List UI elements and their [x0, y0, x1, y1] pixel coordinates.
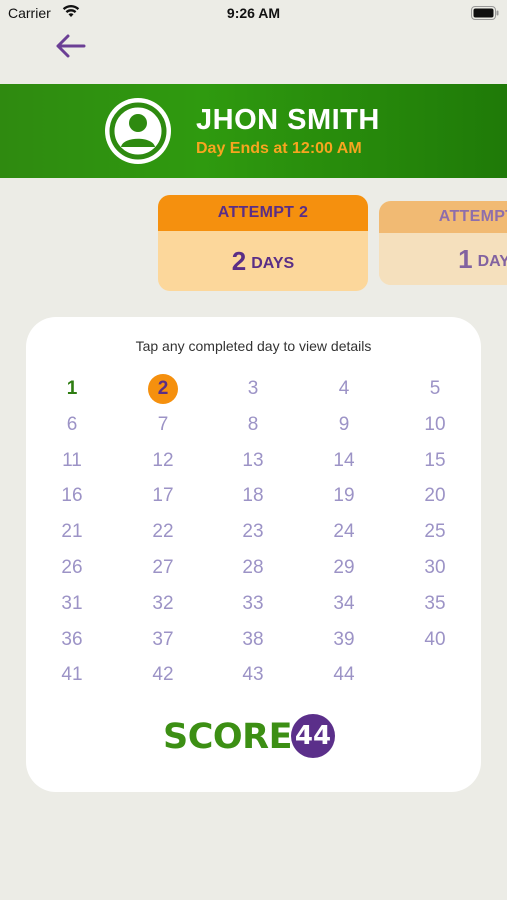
logo-badge: 44	[291, 714, 335, 758]
arrow-left-icon	[56, 34, 86, 58]
user-avatar-icon	[109, 102, 167, 160]
calendar-day-42[interactable]: 42	[146, 660, 180, 690]
status-time: 9:26 AM	[226, 5, 281, 21]
calendar-day-26[interactable]: 26	[55, 553, 89, 583]
calendar-day-24[interactable]: 24	[327, 517, 361, 547]
calendar-day-2[interactable]: 2	[146, 374, 180, 404]
calendar-day-38[interactable]: 38	[236, 625, 270, 655]
calendar-day-22[interactable]: 22	[146, 517, 180, 547]
calendar-day-28[interactable]: 28	[236, 553, 270, 583]
attempt-day-count: 1	[458, 243, 473, 274]
calendar-day-4[interactable]: 4	[327, 374, 361, 404]
calendar-day-32[interactable]: 32	[146, 589, 180, 619]
calendar-day-9[interactable]: 9	[327, 410, 361, 440]
user-name: JHON SMITH	[196, 104, 380, 136]
attempt-card-2[interactable]: ATTEMPT 2 2 DAYS	[158, 195, 368, 291]
attempt-title: ATTEMPT 2	[158, 195, 368, 231]
calendar-day-14[interactable]: 14	[327, 446, 361, 476]
calendar-day-34[interactable]: 34	[327, 589, 361, 619]
calendar-day-40[interactable]: 40	[418, 625, 452, 655]
calendar-day-19[interactable]: 19	[327, 481, 361, 511]
calendar-day-43[interactable]: 43	[236, 660, 270, 690]
attempt-day-count: 2	[231, 245, 247, 276]
avatar	[105, 98, 171, 164]
calendar-day-5[interactable]: 5	[418, 374, 452, 404]
calendar-day-21[interactable]: 21	[55, 517, 89, 547]
back-button[interactable]	[50, 30, 90, 62]
calendar-day-27[interactable]: 27	[146, 553, 180, 583]
battery-icon	[471, 6, 499, 23]
calendar-day-12[interactable]: 12	[146, 446, 180, 476]
calendar-day-17[interactable]: 17	[146, 481, 180, 511]
calendar-day-41[interactable]: 41	[55, 660, 89, 690]
calendar-hint: Tap any completed day to view details	[135, 338, 372, 354]
score44-logo: SCORE 44	[163, 714, 343, 760]
day-ends-label: Day Ends at 12:00 AM	[196, 140, 362, 157]
attempts-carousel[interactable]: ATTEMPT 2 2 DAYS ATTEMPT 1 1 DAY	[0, 195, 507, 295]
calendar-day-3[interactable]: 3	[236, 374, 270, 404]
calendar-day-44[interactable]: 44	[327, 660, 361, 690]
calendar-card: Tap any completed day to view details 12…	[26, 317, 481, 792]
logo-word: SCORE	[163, 717, 293, 757]
attempt-card-1[interactable]: ATTEMPT 1 1 DAY	[379, 201, 507, 285]
calendar-day-23[interactable]: 23	[236, 517, 270, 547]
calendar-day-1[interactable]: 1	[55, 374, 89, 404]
calendar-day-20[interactable]: 20	[418, 481, 452, 511]
calendar-day-36[interactable]: 36	[55, 625, 89, 655]
calendar-day-25[interactable]: 25	[418, 517, 452, 547]
calendar-day-15[interactable]: 15	[418, 446, 452, 476]
calendar-day-6[interactable]: 6	[55, 410, 89, 440]
calendar-day-30[interactable]: 30	[418, 553, 452, 583]
calendar-day-29[interactable]: 29	[327, 553, 361, 583]
calendar-day-7[interactable]: 7	[146, 410, 180, 440]
calendar-day-31[interactable]: 31	[55, 589, 89, 619]
calendar-day-35[interactable]: 35	[418, 589, 452, 619]
calendar-day-11[interactable]: 11	[55, 446, 89, 476]
calendar-day-13[interactable]: 13	[236, 446, 270, 476]
status-bar: Carrier 9:26 AM	[0, 0, 507, 28]
calendar-day-18[interactable]: 18	[236, 481, 270, 511]
calendar-day-16[interactable]: 16	[55, 481, 89, 511]
attempt-day-unit: DAY	[477, 253, 507, 270]
calendar-day-33[interactable]: 33	[236, 589, 270, 619]
attempt-day-unit: DAYS	[251, 255, 295, 272]
calendar-day-39[interactable]: 39	[327, 625, 361, 655]
calendar-day-37[interactable]: 37	[146, 625, 180, 655]
profile-header: JHON SMITH Day Ends at 12:00 AM	[0, 84, 507, 178]
calendar-day-8[interactable]: 8	[236, 410, 270, 440]
calendar-day-10[interactable]: 10	[418, 410, 452, 440]
attempt-title: ATTEMPT 1	[379, 201, 507, 233]
